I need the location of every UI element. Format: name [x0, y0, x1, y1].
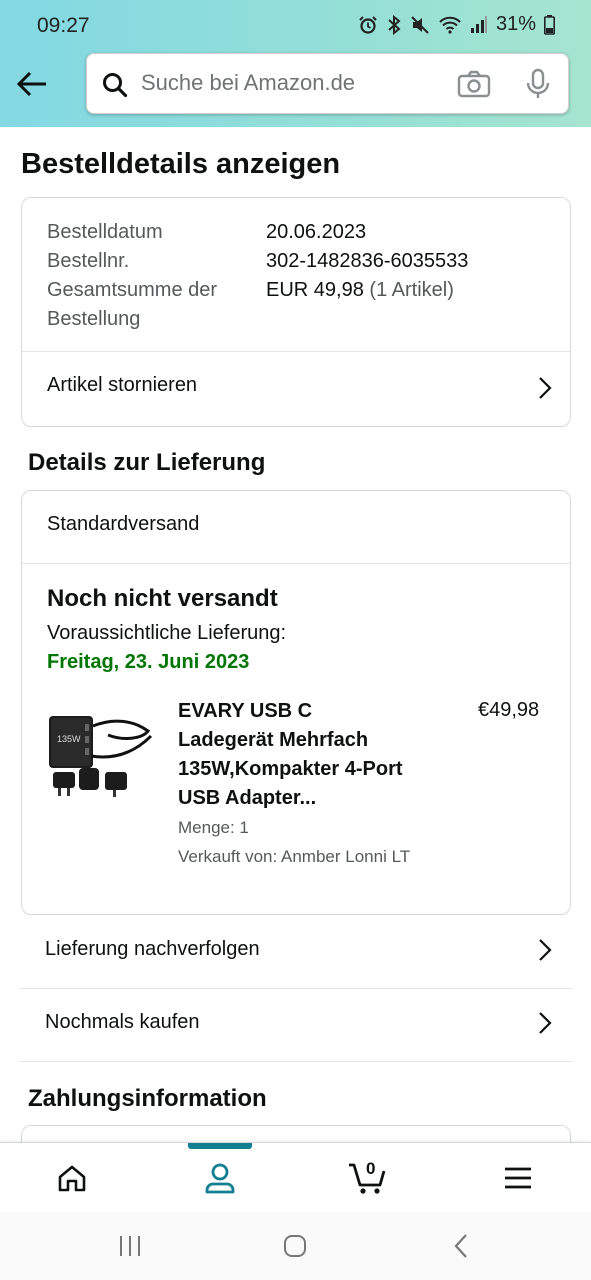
product-price: €49,98	[478, 699, 540, 721]
home-system-button[interactable]	[275, 1230, 315, 1262]
microphone-icon[interactable]	[525, 68, 551, 100]
alarm-icon	[359, 15, 377, 34]
nav-menu[interactable]	[458, 1143, 578, 1213]
account-icon	[205, 1163, 235, 1194]
product-title-link[interactable]: EVARY USB C Ladegerät Mehrfach 135W,Komp…	[178, 697, 408, 813]
cart-count-badge: 0	[366, 1159, 376, 1178]
home-circle-icon	[284, 1235, 306, 1257]
order-number-label: Bestellnr.	[47, 250, 130, 272]
home-icon	[58, 1165, 86, 1192]
product-image[interactable]: 135W	[47, 696, 155, 801]
search-bar[interactable]	[86, 53, 569, 114]
signal-icon	[470, 15, 487, 33]
buy-again-label: Nochmals kaufen	[45, 1011, 200, 1033]
divider	[22, 563, 570, 564]
page-title: Bestelldetails anzeigen	[21, 148, 341, 180]
cancel-items-row[interactable]: Artikel stornieren	[22, 352, 570, 426]
order-date-label: Bestelldatum	[47, 221, 163, 243]
recent-apps-icon	[120, 1236, 140, 1256]
order-summary-card: Bestelldatum 20.06.2023 Bestellnr. 302-1…	[21, 197, 571, 427]
recent-apps-button[interactable]	[110, 1230, 150, 1262]
nav-account[interactable]	[160, 1143, 280, 1213]
delivery-section-title: Details zur Lieferung	[28, 449, 266, 476]
nav-cart[interactable]: 0	[308, 1143, 428, 1213]
order-total-label: Gesamtsumme der Bestellung	[47, 279, 218, 330]
shipment-status: Noch nicht versandt	[47, 585, 278, 612]
status-icons: 31%	[358, 13, 555, 36]
chevron-right-icon	[539, 1012, 552, 1034]
delivery-card: Standardversand Noch nicht versandt Vora…	[21, 490, 571, 915]
estimated-delivery-date: Freitag, 23. Juni 2023	[47, 651, 250, 673]
nav-home[interactable]	[12, 1143, 132, 1213]
track-delivery-label: Lieferung nachverfolgen	[45, 938, 260, 960]
track-delivery-row[interactable]: Lieferung nachverfolgen	[20, 916, 572, 989]
order-total-value: EUR 49,98 (1 Artikel)	[266, 276, 454, 305]
search-input[interactable]	[141, 68, 441, 98]
menu-icon	[505, 1167, 531, 1189]
status-time: 09:27	[37, 14, 90, 37]
chevron-right-icon	[539, 377, 552, 399]
camera-icon[interactable]	[457, 69, 491, 99]
system-navigation-bar	[0, 1212, 591, 1280]
mute-icon	[411, 15, 429, 34]
battery-icon	[544, 14, 555, 35]
order-date-value: 20.06.2023	[266, 221, 367, 243]
shipping-method: Standardversand	[47, 513, 200, 535]
back-button[interactable]	[14, 66, 50, 102]
buy-again-row[interactable]: Nochmals kaufen	[20, 989, 572, 1062]
arrow-left-icon	[16, 71, 46, 97]
product-image-label: 135W	[57, 734, 81, 744]
back-system-button[interactable]	[441, 1230, 481, 1262]
product-quantity: Menge: 1	[178, 818, 249, 837]
app-header: 09:27 31%	[0, 0, 591, 127]
search-icon	[103, 73, 128, 98]
status-bar: 09:27 31%	[0, 0, 591, 52]
bluetooth-icon	[388, 14, 401, 35]
product-seller: Verkauft von: Anmber Lonni LT	[178, 847, 411, 866]
cancel-items-label: Artikel stornieren	[47, 374, 198, 396]
bottom-navigation: 0	[0, 1142, 591, 1212]
wifi-icon	[439, 16, 461, 34]
payment-section-title: Zahlungsinformation	[28, 1085, 267, 1112]
order-item-count: (1 Artikel)	[369, 279, 454, 301]
order-number-value: 302-1482836-6035533	[266, 250, 469, 272]
estimated-delivery-label: Voraussichtliche Lieferung:	[47, 622, 287, 644]
order-total-amount: EUR 49,98	[266, 279, 364, 301]
chevron-left-icon	[454, 1234, 467, 1258]
chevron-right-icon	[539, 939, 552, 961]
battery-percent: 31%	[495, 13, 536, 35]
